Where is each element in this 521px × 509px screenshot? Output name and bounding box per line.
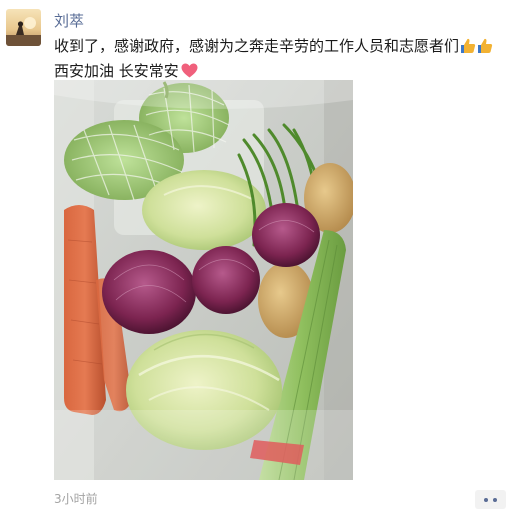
post-photo[interactable] <box>54 80 353 480</box>
author-name[interactable]: 刘萃 <box>54 11 84 31</box>
post-timestamp: 3小时前 <box>54 492 98 506</box>
avatar[interactable] <box>6 9 41 46</box>
post-text-line-1: 收到了，感谢政府，感谢为之奔走辛劳的工作人员和志愿者们 <box>54 35 514 60</box>
more-options-button[interactable] <box>475 490 506 509</box>
more-dot-icon <box>484 498 488 502</box>
post-text: 收到了，感谢政府，感谢为之奔走辛劳的工作人员和志愿者们 西安加油 长安常安 <box>54 35 514 84</box>
post-text-line-2-content: 西安加油 长安常安 <box>54 62 179 80</box>
thumbs-up-icon <box>476 37 493 60</box>
post-text-line-1-content: 收到了，感谢政府，感谢为之奔走辛劳的工作人员和志愿者们 <box>54 37 460 55</box>
more-dot-icon <box>493 498 497 502</box>
thumbs-up-icon <box>459 37 476 60</box>
